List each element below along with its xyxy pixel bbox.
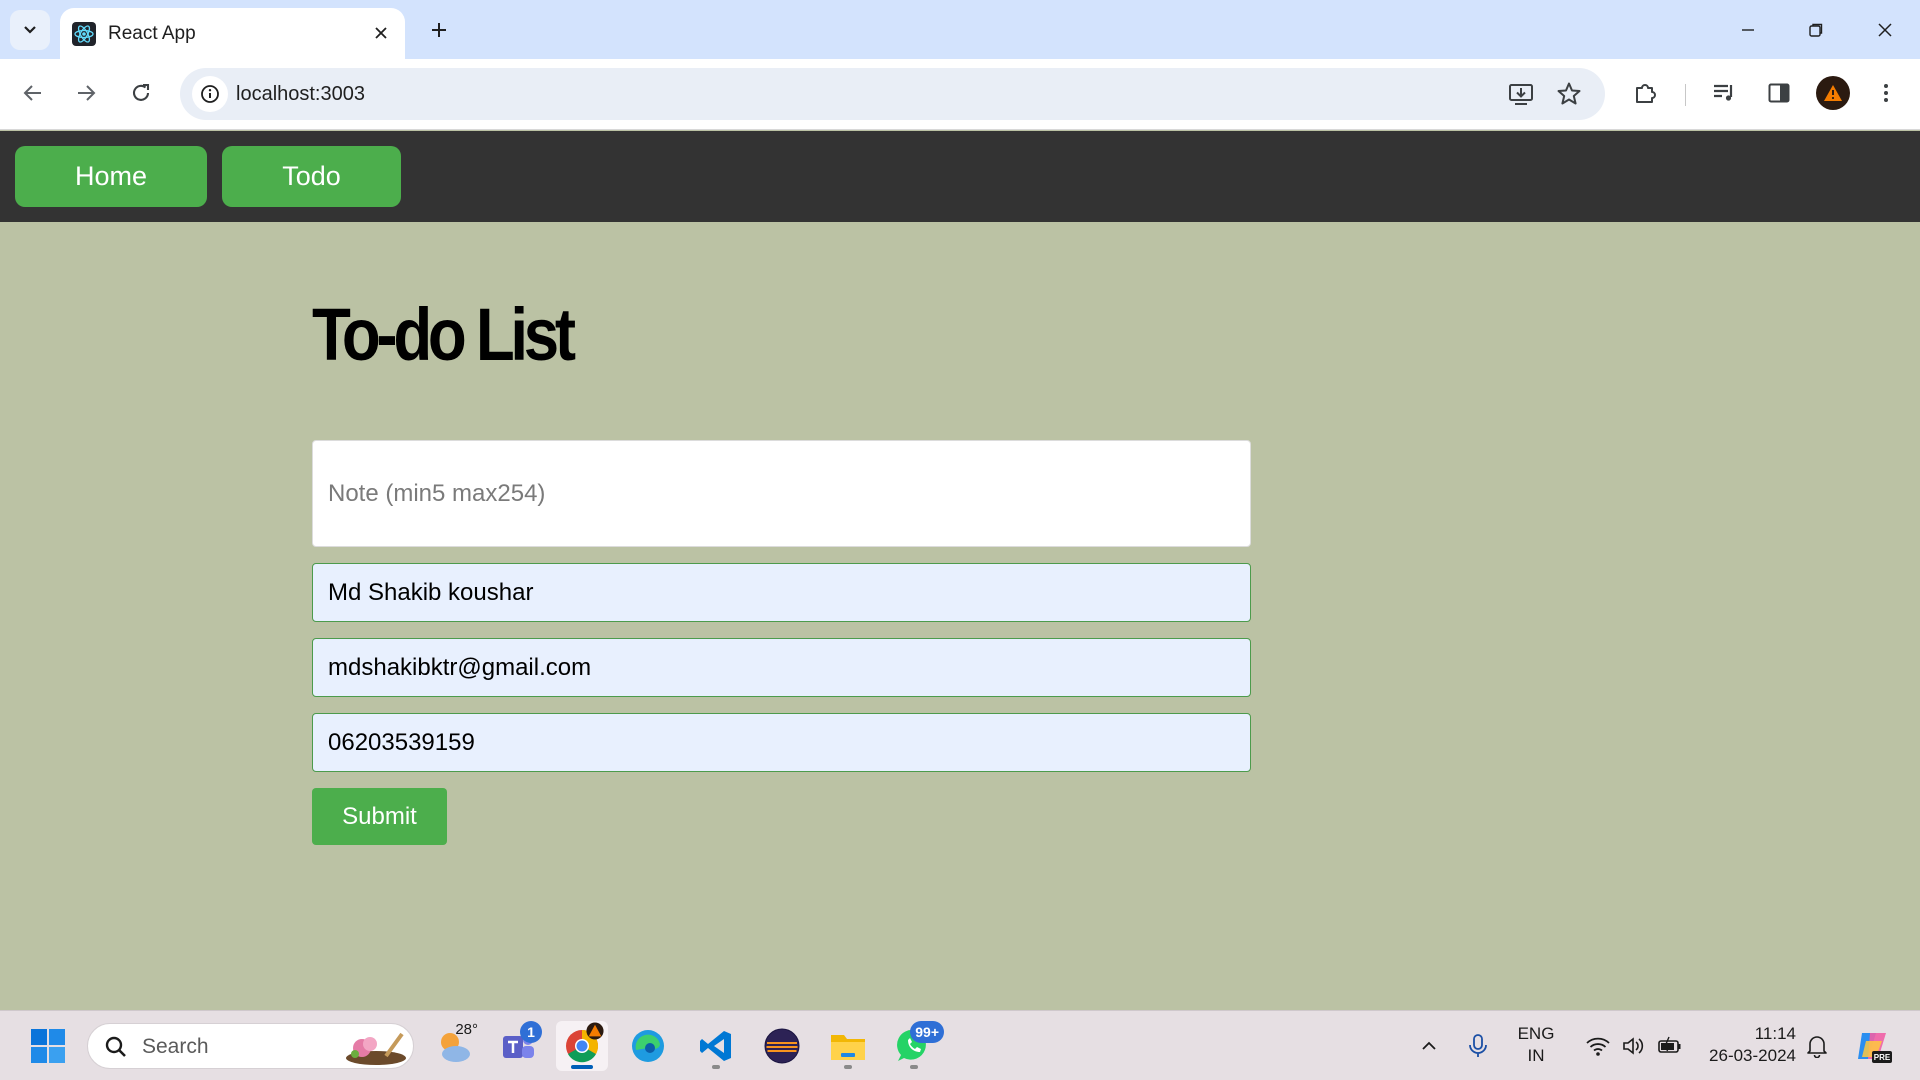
browser-menu-button[interactable] [1866, 73, 1906, 113]
install-icon [1509, 84, 1533, 105]
page-title: To-do List [312, 293, 576, 376]
bell-icon [1807, 1036, 1827, 1058]
running-app-indicator [910, 1065, 918, 1069]
taskbar-weather[interactable]: 28° [428, 1021, 480, 1071]
plus-icon [432, 23, 446, 37]
tab-search-button[interactable] [10, 10, 50, 50]
more-vert-icon [1884, 84, 1888, 102]
name-input[interactable] [312, 563, 1251, 622]
toolbar-divider [1685, 84, 1686, 106]
playlist-icon [1714, 84, 1733, 101]
folder-icon [831, 1035, 865, 1060]
nav-home-button[interactable]: Home [15, 146, 207, 207]
microphone-button[interactable] [1452, 1021, 1504, 1071]
chevron-up-icon [1422, 1041, 1436, 1050]
back-button[interactable] [13, 73, 53, 113]
side-panel-button[interactable] [1759, 73, 1799, 113]
clock-time: 11:14 [1754, 1024, 1796, 1043]
phone-input[interactable] [312, 713, 1251, 772]
minimize-button[interactable] [1722, 8, 1774, 52]
copilot-button[interactable]: PRE [1846, 1021, 1900, 1071]
eclipse-icon [764, 1028, 800, 1064]
tab-title: React App [108, 22, 196, 44]
taskbar-eclipse[interactable] [756, 1021, 808, 1071]
arrow-left-icon [23, 85, 41, 101]
chevron-down-icon [24, 26, 36, 34]
browser-tab-active[interactable]: React App [60, 8, 405, 59]
extensions-button[interactable] [1626, 73, 1666, 113]
taskbar-file-explorer[interactable] [822, 1021, 874, 1071]
running-app-indicator [844, 1065, 852, 1069]
media-controls-button[interactable] [1704, 73, 1744, 113]
site-info-button[interactable] [192, 76, 228, 112]
react-logo-icon [72, 21, 96, 46]
close-icon [1878, 23, 1892, 37]
taskbar-chrome[interactable] [556, 1021, 608, 1071]
minimize-icon [1742, 29, 1754, 31]
active-app-indicator [571, 1065, 593, 1069]
notifications-button[interactable] [1793, 1021, 1841, 1071]
language-region: IN [1527, 1046, 1545, 1065]
search-highlight-image-icon [346, 1032, 406, 1065]
taskbar-teams[interactable]: 1 [492, 1021, 544, 1071]
input-language-indicator[interactable]: ENG IN [1510, 1023, 1562, 1067]
arrow-right-icon [78, 85, 96, 101]
info-icon [201, 85, 219, 103]
taskbar-search[interactable]: Search [87, 1023, 414, 1069]
edge-icon [632, 1030, 664, 1062]
search-placeholder: Search [142, 1035, 209, 1058]
url-text: localhost:3003 [236, 83, 365, 105]
show-hidden-icons-button[interactable] [1403, 1021, 1455, 1071]
app-navbar: Home Todo [0, 131, 1920, 222]
restore-icon [1809, 23, 1823, 37]
address-bar[interactable]: localhost:3003 [180, 68, 1605, 120]
clock[interactable]: 11:14 26-03-2024 [1700, 1023, 1796, 1067]
search-icon [105, 1036, 126, 1057]
bookmark-button[interactable] [1553, 78, 1585, 110]
windows-logo-icon [31, 1029, 65, 1063]
vscode-icon [700, 1031, 731, 1061]
language-code: ENG [1517, 1024, 1555, 1043]
puzzle-icon [1636, 84, 1656, 103]
email-input[interactable] [312, 638, 1251, 697]
svg-text:PRE: PRE [1874, 1053, 1891, 1062]
close-window-button[interactable] [1859, 8, 1911, 52]
forward-button[interactable] [66, 73, 106, 113]
browser-tab-strip: React App [0, 0, 1920, 59]
install-app-button[interactable] [1505, 78, 1537, 110]
battery-charging-icon [1658, 1036, 1681, 1053]
windows-taskbar: Search 28° 1 99+ ENG IN 11:14 26-03-2024… [0, 1010, 1920, 1080]
taskbar-whatsapp[interactable]: 99+ [888, 1021, 944, 1071]
side-panel-icon [1768, 83, 1790, 103]
reload-icon [133, 83, 150, 101]
nav-todo-button[interactable]: Todo [222, 146, 401, 207]
teams-notification-badge: 1 [520, 1021, 542, 1043]
whatsapp-notification-badge: 99+ [910, 1021, 944, 1043]
wifi-icon [1586, 1037, 1610, 1056]
warning-icon [586, 1022, 604, 1040]
microphone-icon [1469, 1034, 1487, 1057]
reload-button[interactable] [121, 73, 161, 113]
taskbar-edge[interactable] [622, 1021, 674, 1071]
copilot-icon: PRE [1858, 1033, 1892, 1063]
taskbar-vscode[interactable] [690, 1021, 742, 1071]
restore-button[interactable] [1790, 8, 1842, 52]
warning-icon [1824, 85, 1842, 101]
volume-icon [1623, 1037, 1644, 1055]
start-button[interactable] [22, 1021, 74, 1071]
tab-close-button[interactable] [369, 21, 393, 45]
profile-avatar-button[interactable] [1816, 76, 1850, 110]
running-app-indicator [712, 1065, 720, 1069]
star-icon [1557, 82, 1581, 105]
note-input[interactable] [312, 440, 1251, 547]
browser-toolbar: localhost:3003 [0, 59, 1920, 130]
new-tab-button[interactable] [423, 14, 455, 46]
close-icon [375, 27, 387, 39]
quick-settings-button[interactable] [1574, 1021, 1694, 1071]
weather-temperature: 28° [455, 1021, 478, 1038]
submit-button[interactable]: Submit [312, 788, 447, 845]
clock-date: 26-03-2024 [1709, 1046, 1796, 1065]
